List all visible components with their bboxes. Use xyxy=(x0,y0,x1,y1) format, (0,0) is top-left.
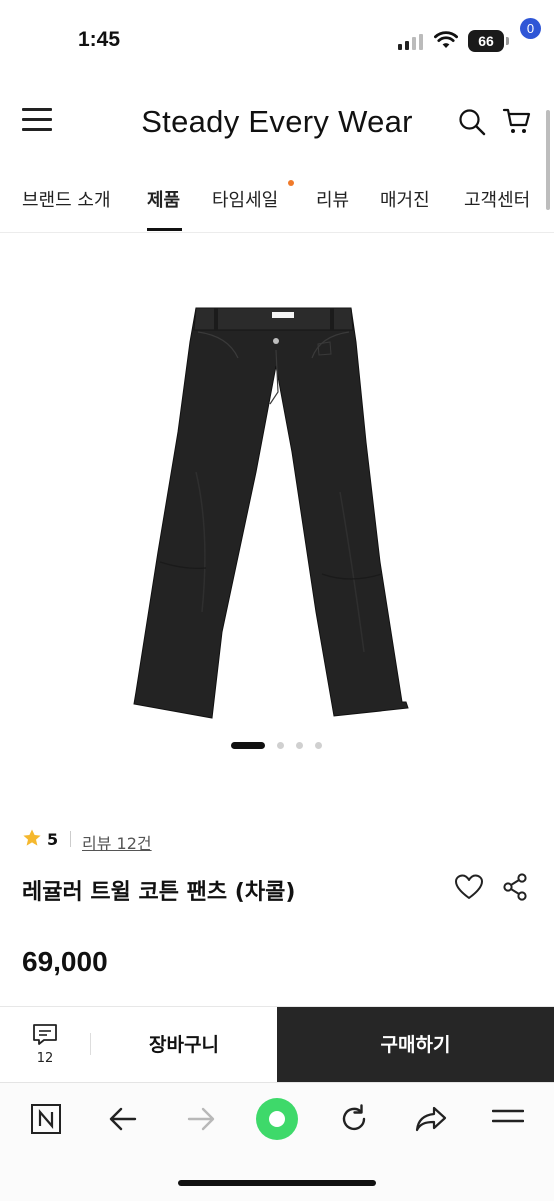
battery-icon: 66 xyxy=(468,30,504,52)
rating-divider xyxy=(70,831,71,847)
image-pagination xyxy=(0,740,554,752)
nav-item-brand-intro[interactable]: 브랜드 소개 xyxy=(22,186,111,212)
new-indicator-dot xyxy=(288,180,294,186)
home-indicator[interactable] xyxy=(178,1180,376,1186)
menu-icon[interactable] xyxy=(492,1107,524,1127)
nav-item-customer-center[interactable]: 고객센터 xyxy=(464,186,530,212)
pagination-dot[interactable] xyxy=(277,742,284,749)
buy-now-button[interactable]: 구매하기 xyxy=(277,1007,554,1083)
chat-count: 12 xyxy=(36,1051,54,1066)
pagination-dot-active[interactable] xyxy=(231,742,265,749)
share-arrow-icon[interactable] xyxy=(414,1105,448,1133)
product-title: 레귤러 트윌 코튼 팬츠 (차콜) xyxy=(22,880,296,905)
purchase-action-bar: 12 장바구니 구매하기 xyxy=(0,1006,554,1083)
cellular-signal-icon xyxy=(398,34,423,50)
chat-bubble-icon xyxy=(33,1024,57,1045)
star-icon xyxy=(23,829,41,846)
review-count-link[interactable]: 리뷰 12건 xyxy=(82,830,152,854)
product-image[interactable] xyxy=(0,232,554,792)
search-icon[interactable] xyxy=(458,108,486,136)
rating-value: 5 xyxy=(47,830,59,849)
battery-tip xyxy=(506,37,509,45)
site-header: Steady Every Wear xyxy=(0,86,554,158)
back-arrow-icon[interactable] xyxy=(108,1105,138,1133)
product-price: 69,000 xyxy=(22,946,108,977)
green-dot-icon[interactable] xyxy=(255,1097,299,1141)
nav-item-products[interactable]: 제품 xyxy=(147,186,180,212)
heart-icon[interactable] xyxy=(454,873,484,901)
pagination-dot[interactable] xyxy=(296,742,303,749)
wifi-icon xyxy=(434,31,458,48)
cart-count-badge: 0 xyxy=(520,18,541,39)
nav-active-indicator xyxy=(147,228,182,231)
naver-n-icon[interactable] xyxy=(30,1103,62,1135)
nav-item-magazine[interactable]: 매거진 xyxy=(380,186,430,212)
nav-item-time-sale[interactable]: 타임세일 xyxy=(212,186,278,212)
refresh-icon[interactable] xyxy=(338,1103,370,1135)
pagination-dot[interactable] xyxy=(315,742,322,749)
category-nav: 브랜드 소개 제품 타임세일 리뷰 매거진 고객센터 xyxy=(0,178,554,233)
chat-button[interactable]: 12 xyxy=(0,1007,90,1083)
label-tag xyxy=(272,312,294,318)
cart-icon[interactable] xyxy=(502,106,532,136)
forward-arrow-icon[interactable] xyxy=(186,1105,216,1133)
nav-item-reviews[interactable]: 리뷰 xyxy=(316,186,349,212)
share-icon[interactable] xyxy=(502,873,528,901)
add-to-cart-button[interactable]: 장바구니 xyxy=(92,1007,276,1083)
action-divider xyxy=(90,1033,91,1055)
status-bar: 1:45 66 xyxy=(0,0,554,80)
status-time: 1:45 xyxy=(78,28,121,51)
